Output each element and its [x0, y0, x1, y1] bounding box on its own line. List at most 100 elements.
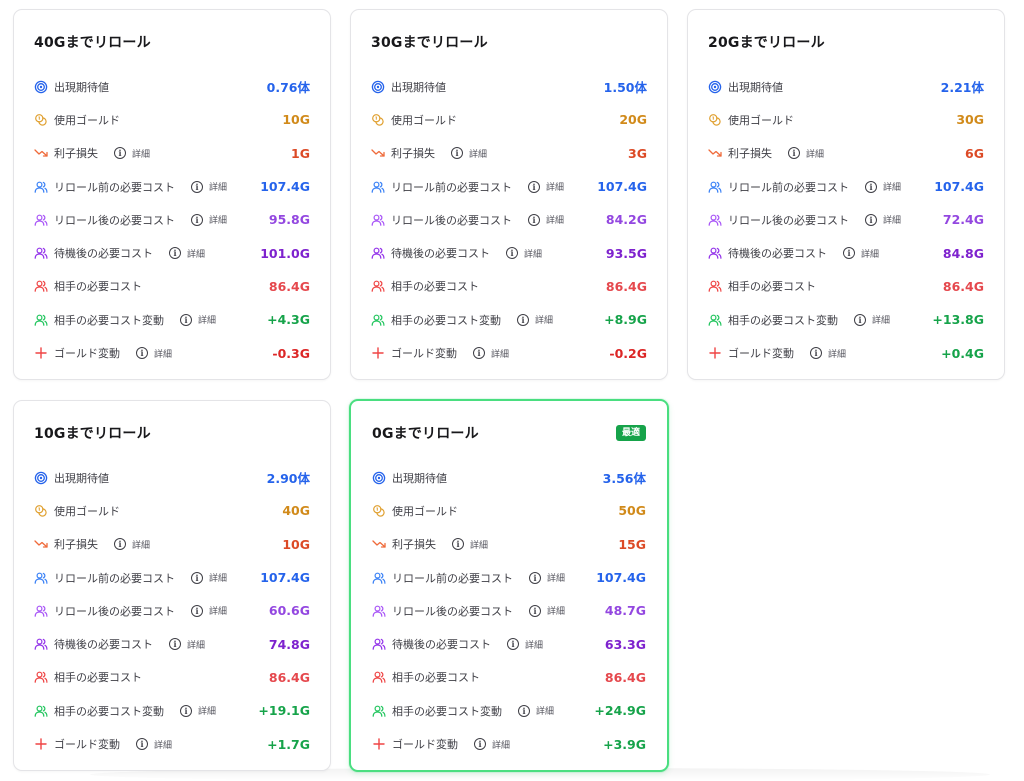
info-icon[interactable]: i — [191, 604, 203, 617]
detail-toggle[interactable]: i 詳細 — [506, 247, 542, 260]
detail-toggle[interactable]: i 詳細 — [474, 738, 510, 751]
detail-link[interactable]: 詳細 — [883, 180, 901, 193]
info-icon[interactable]: i — [180, 704, 192, 717]
metric-value: 95.8G — [268, 212, 310, 228]
detail-link[interactable]: 詳細 — [132, 147, 150, 160]
info-icon[interactable]: i — [810, 347, 822, 360]
detail-link[interactable]: 詳細 — [198, 313, 216, 326]
detail-link[interactable]: 詳細 — [491, 347, 509, 360]
detail-link[interactable]: 詳細 — [547, 571, 565, 584]
info-icon[interactable]: i — [854, 313, 866, 326]
detail-link[interactable]: 詳細 — [198, 704, 216, 717]
detail-link[interactable]: 詳細 — [546, 180, 564, 193]
detail-toggle[interactable]: i 詳細 — [136, 738, 172, 751]
info-icon[interactable]: i — [191, 180, 203, 193]
detail-toggle[interactable]: i 詳細 — [136, 347, 172, 360]
detail-toggle[interactable]: i 詳細 — [180, 313, 216, 326]
detail-toggle[interactable]: i 詳細 — [810, 347, 846, 360]
detail-toggle[interactable]: i 詳細 — [191, 604, 227, 617]
detail-toggle[interactable]: i 詳細 — [788, 147, 824, 160]
detail-link[interactable]: 詳細 — [861, 247, 879, 260]
info-icon[interactable]: i — [788, 147, 800, 160]
info-icon[interactable]: i — [136, 347, 148, 360]
detail-toggle[interactable]: i 詳細 — [169, 638, 205, 651]
info-icon[interactable]: i — [191, 571, 203, 584]
detail-link[interactable]: 詳細 — [470, 538, 488, 551]
detail-toggle[interactable]: i 詳細 — [169, 247, 205, 260]
detail-toggle[interactable]: i 詳細 — [865, 180, 901, 193]
metric-value: +19.1G — [258, 703, 310, 719]
info-icon[interactable]: i — [191, 213, 203, 226]
detail-toggle[interactable]: i 詳細 — [114, 538, 150, 551]
detail-toggle[interactable]: i 詳細 — [528, 213, 564, 226]
detail-toggle[interactable]: i 詳細 — [452, 538, 488, 551]
info-icon[interactable]: i — [114, 147, 126, 160]
detail-toggle[interactable]: i 詳細 — [473, 347, 509, 360]
metric-value: -0.2G — [609, 345, 647, 361]
info-icon[interactable]: i — [865, 180, 877, 193]
detail-toggle[interactable]: i 詳細 — [529, 604, 565, 617]
detail-link[interactable]: 詳細 — [492, 738, 510, 751]
info-icon[interactable]: i — [517, 313, 529, 326]
detail-link[interactable]: 詳細 — [883, 213, 901, 226]
detail-toggle[interactable]: i 詳細 — [517, 313, 553, 326]
info-icon[interactable]: i — [473, 347, 485, 360]
detail-link[interactable]: 詳細 — [546, 213, 564, 226]
detail-link[interactable]: 詳細 — [469, 147, 487, 160]
info-icon[interactable]: i — [169, 247, 181, 260]
detail-toggle[interactable]: i 詳細 — [191, 571, 227, 584]
detail-link[interactable]: 詳細 — [132, 538, 150, 551]
detail-link[interactable]: 詳細 — [209, 180, 227, 193]
detail-toggle[interactable]: i 詳細 — [528, 180, 564, 193]
info-icon[interactable]: i — [451, 147, 463, 160]
detail-link[interactable]: 詳細 — [209, 571, 227, 584]
detail-toggle[interactable]: i 詳細 — [191, 180, 227, 193]
target-icon — [708, 80, 722, 94]
detail-link[interactable]: 詳細 — [524, 247, 542, 260]
info-icon[interactable]: i — [452, 538, 464, 551]
info-icon[interactable]: i — [507, 638, 519, 651]
metric-label: 利子損失 — [392, 538, 436, 552]
info-icon[interactable]: i — [528, 213, 540, 226]
detail-link[interactable]: 詳細 — [154, 347, 172, 360]
info-icon[interactable]: i — [169, 638, 181, 651]
metric-label: 使用ゴールド — [391, 113, 457, 127]
detail-toggle[interactable]: i 詳細 — [865, 213, 901, 226]
detail-link[interactable]: 詳細 — [187, 638, 205, 651]
detail-toggle[interactable]: i 詳細 — [114, 147, 150, 160]
detail-link[interactable]: 詳細 — [828, 347, 846, 360]
detail-link[interactable]: 詳細 — [209, 213, 227, 226]
detail-toggle[interactable]: i 詳細 — [180, 704, 216, 717]
detail-link[interactable]: 詳細 — [187, 247, 205, 260]
info-icon[interactable]: i — [474, 738, 486, 751]
detail-toggle[interactable]: i 詳細 — [451, 147, 487, 160]
detail-link[interactable]: 詳細 — [209, 604, 227, 617]
info-icon[interactable]: i — [136, 738, 148, 751]
detail-link[interactable]: 詳細 — [525, 638, 543, 651]
info-icon[interactable]: i — [865, 213, 877, 226]
info-icon[interactable]: i — [114, 538, 126, 551]
detail-link[interactable]: 詳細 — [872, 313, 890, 326]
metric-row: リロール前の必要コスト i 詳細 107.4G — [371, 170, 647, 203]
info-icon[interactable]: i — [843, 247, 855, 260]
detail-toggle[interactable]: i 詳細 — [191, 213, 227, 226]
metric-value: 107.4G — [260, 179, 310, 195]
coins-icon — [372, 504, 386, 518]
info-icon[interactable]: i — [506, 247, 518, 260]
detail-toggle[interactable]: i 詳細 — [854, 313, 890, 326]
detail-link[interactable]: 詳細 — [154, 738, 172, 751]
detail-toggle[interactable]: i 詳細 — [507, 638, 543, 651]
card-title: 0Gまでリロール — [372, 426, 479, 442]
detail-link[interactable]: 詳細 — [806, 147, 824, 160]
detail-toggle[interactable]: i 詳細 — [518, 704, 554, 717]
detail-link[interactable]: 詳細 — [536, 704, 554, 717]
info-icon[interactable]: i — [528, 180, 540, 193]
detail-toggle[interactable]: i 詳細 — [529, 571, 565, 584]
info-icon[interactable]: i — [529, 604, 541, 617]
detail-link[interactable]: 詳細 — [535, 313, 553, 326]
detail-link[interactable]: 詳細 — [547, 604, 565, 617]
info-icon[interactable]: i — [180, 313, 192, 326]
info-icon[interactable]: i — [529, 571, 541, 584]
info-icon[interactable]: i — [518, 704, 530, 717]
detail-toggle[interactable]: i 詳細 — [843, 247, 879, 260]
